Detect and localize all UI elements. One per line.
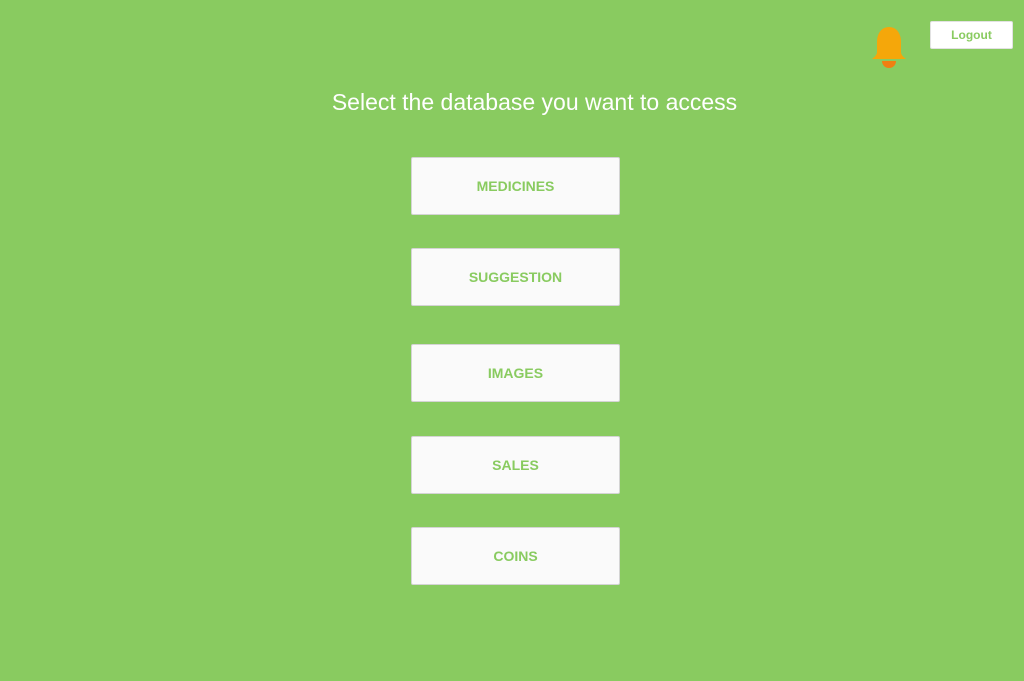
coins-button[interactable]: COINS (411, 527, 620, 585)
sales-button[interactable]: SALES (411, 436, 620, 494)
logout-button[interactable]: Logout (930, 21, 1013, 49)
bell-icon[interactable] (870, 25, 908, 69)
page-title: Select the database you want to access (331, 89, 738, 115)
suggestion-button[interactable]: SUGGESTION (411, 248, 620, 306)
medicines-button[interactable]: MEDICINES (411, 157, 620, 215)
images-button[interactable]: IMAGES (411, 344, 620, 402)
